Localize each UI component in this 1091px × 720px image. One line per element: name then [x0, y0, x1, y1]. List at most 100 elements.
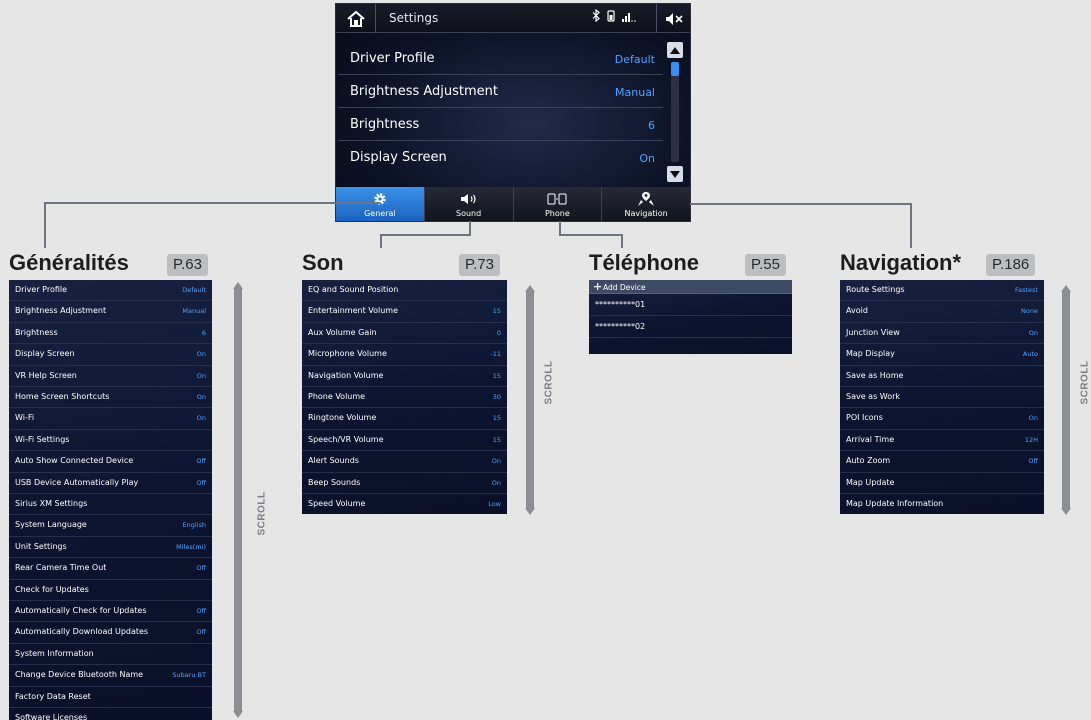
list-item-value: Manual [182, 307, 206, 316]
list-item-label: System Language [15, 520, 87, 530]
list-item-label: Aux Volume Gain [308, 327, 377, 337]
list-item-label: Avoid [846, 306, 868, 316]
add-device-button[interactable]: + Add Device [589, 280, 792, 294]
list-item[interactable]: Auto Show Connected Device Off [9, 451, 212, 473]
tab-general[interactable]: General [336, 187, 425, 221]
list-item[interactable]: Display Screen On [9, 344, 212, 366]
page-ref-phone: P.55 [745, 254, 786, 276]
scroll-down-button[interactable] [667, 166, 683, 182]
list-item[interactable]: Microphone Volume -11 [302, 344, 507, 366]
list-item-label: Brightness [15, 327, 58, 337]
tab-navigation[interactable]: Navigation [602, 187, 690, 221]
list-item-label: Junction View [846, 327, 900, 337]
phone-icon [547, 190, 567, 208]
list-item[interactable]: POI Icons On [840, 408, 1044, 430]
list-item[interactable]: Factory Data Reset [9, 687, 212, 708]
list-item-value: On [196, 393, 206, 401]
scroll-bar [526, 292, 534, 508]
list-item[interactable]: Ringtone Volume 15 [302, 408, 507, 430]
list-item-label: Route Settings [846, 285, 905, 294]
screen-row-value: Manual [615, 86, 655, 99]
screen-row-brightness[interactable]: Brightness 6 [338, 108, 663, 141]
list-item[interactable]: EQ and Sound Position [302, 280, 507, 302]
screen-row-brightness-adjustment[interactable]: Brightness Adjustment Manual [338, 75, 663, 108]
arrow-up-icon [1061, 285, 1071, 292]
list-item[interactable]: Junction View On [840, 323, 1044, 345]
list-item[interactable]: Speech/VR Volume 15 [302, 430, 507, 452]
list-item[interactable]: Save as Work [840, 387, 1044, 409]
screen-scrollbar[interactable] [667, 42, 683, 182]
screen-row-label: Brightness [350, 117, 420, 132]
list-item-label: Save as Work [846, 392, 901, 401]
tab-phone[interactable]: Phone [514, 187, 603, 221]
scroll-thumb[interactable] [671, 62, 679, 76]
list-item[interactable]: Auto Zoom Off [840, 451, 1044, 473]
device-item[interactable]: **********01 [589, 295, 792, 317]
list-item[interactable]: Route Settings Fastest [840, 280, 1044, 302]
general-scroll-label: SCROLL [256, 491, 268, 536]
list-item[interactable]: Avoid None [840, 301, 1044, 323]
list-item-value: -11 [490, 350, 501, 359]
list-item[interactable]: Aux Volume Gain 0 [302, 323, 507, 345]
scroll-track[interactable] [671, 62, 679, 162]
list-item-value: Default [182, 286, 206, 294]
screen-row-label: Brightness Adjustment [350, 84, 499, 99]
list-item[interactable]: Map Update [840, 473, 1044, 494]
sound-scroll-indicator [525, 285, 535, 515]
list-item[interactable]: Software Licenses [9, 708, 212, 720]
list-item[interactable]: Brightness Adjustment Manual [9, 301, 212, 323]
list-item[interactable]: Change Device Bluetooth Name Subaru BT [9, 665, 212, 687]
list-item-label: Auto Zoom [846, 456, 891, 466]
list-item[interactable]: Entertainment Volume 15 [302, 301, 507, 323]
list-item[interactable]: Speed Volume Low [302, 494, 507, 514]
screen-row-display-screen[interactable]: Display Screen On [338, 141, 663, 174]
navigation-settings-list: Route Settings Fastest Avoid None Junction V… [840, 280, 1044, 514]
list-item-value: 15 [492, 371, 501, 380]
list-item-label: Arrival Time [846, 434, 895, 444]
list-item[interactable]: System Information [9, 644, 212, 666]
list-item[interactable]: Sirius XM Settings [9, 494, 212, 516]
list-item[interactable]: Navigation Volume 15 [302, 366, 507, 387]
section-title-phone: Téléphone [589, 250, 700, 275]
list-item[interactable]: Phone Volume 30 [302, 387, 507, 409]
connector-sound-drop [380, 234, 382, 248]
list-item[interactable]: Wi-Fi Settings [9, 430, 212, 452]
phone-device-list: + Add Device **********01 **********02 [589, 280, 792, 354]
list-item-label: Wi-Fi Settings [15, 434, 70, 444]
speaker-icon [460, 190, 478, 208]
list-item[interactable]: USB Device Automatically Play Off [9, 473, 212, 494]
list-item-label: Navigation Volume [308, 370, 384, 380]
screen-row-label: Driver Profile [350, 51, 435, 66]
list-item[interactable]: Check for Updates [9, 580, 212, 601]
arrow-down-icon [525, 508, 535, 515]
tab-sound[interactable]: Sound [425, 187, 514, 221]
screen-row-value: Default [614, 53, 655, 66]
list-item[interactable]: Wi-Fi On [9, 408, 212, 430]
list-item[interactable]: Map Update Information [840, 494, 1044, 514]
list-item[interactable]: Home Screen Shortcuts On [9, 387, 212, 409]
list-item[interactable]: Unit Settings Miles(mi) [9, 537, 212, 559]
list-item[interactable]: Map Display Auto [840, 344, 1044, 366]
list-item[interactable]: VR Help Screen On [9, 366, 212, 387]
list-item[interactable]: System Language English [9, 515, 212, 537]
list-item[interactable]: Brightness 6 [9, 323, 212, 345]
list-item[interactable]: Automatically Check for Updates Off [9, 601, 212, 623]
screen-row-driver-profile[interactable]: Driver Profile Default [338, 42, 663, 75]
list-item-label: Alert Sounds [308, 456, 359, 466]
mute-button[interactable] [656, 4, 690, 33]
list-item[interactable]: Beep Sounds On [302, 473, 507, 494]
scroll-up-button[interactable] [667, 42, 683, 58]
list-item[interactable]: Driver Profile Default [9, 280, 212, 302]
device-name: **********01 [595, 300, 646, 309]
list-item[interactable]: Save as Home [840, 366, 1044, 387]
list-item[interactable]: Automatically Download Updates Off [9, 622, 212, 644]
list-item[interactable]: Alert Sounds On [302, 451, 507, 473]
list-item-value: On [196, 414, 206, 423]
list-item-label: Home Screen Shortcuts [15, 392, 110, 401]
arrow-down-icon [1061, 508, 1071, 515]
section-title-sound: Son [302, 250, 344, 275]
list-item[interactable]: Rear Camera Time Out Off [9, 558, 212, 580]
home-button[interactable] [336, 4, 376, 33]
device-item[interactable]: **********02 [589, 317, 792, 339]
list-item[interactable]: Arrival Time 12H [840, 430, 1044, 452]
